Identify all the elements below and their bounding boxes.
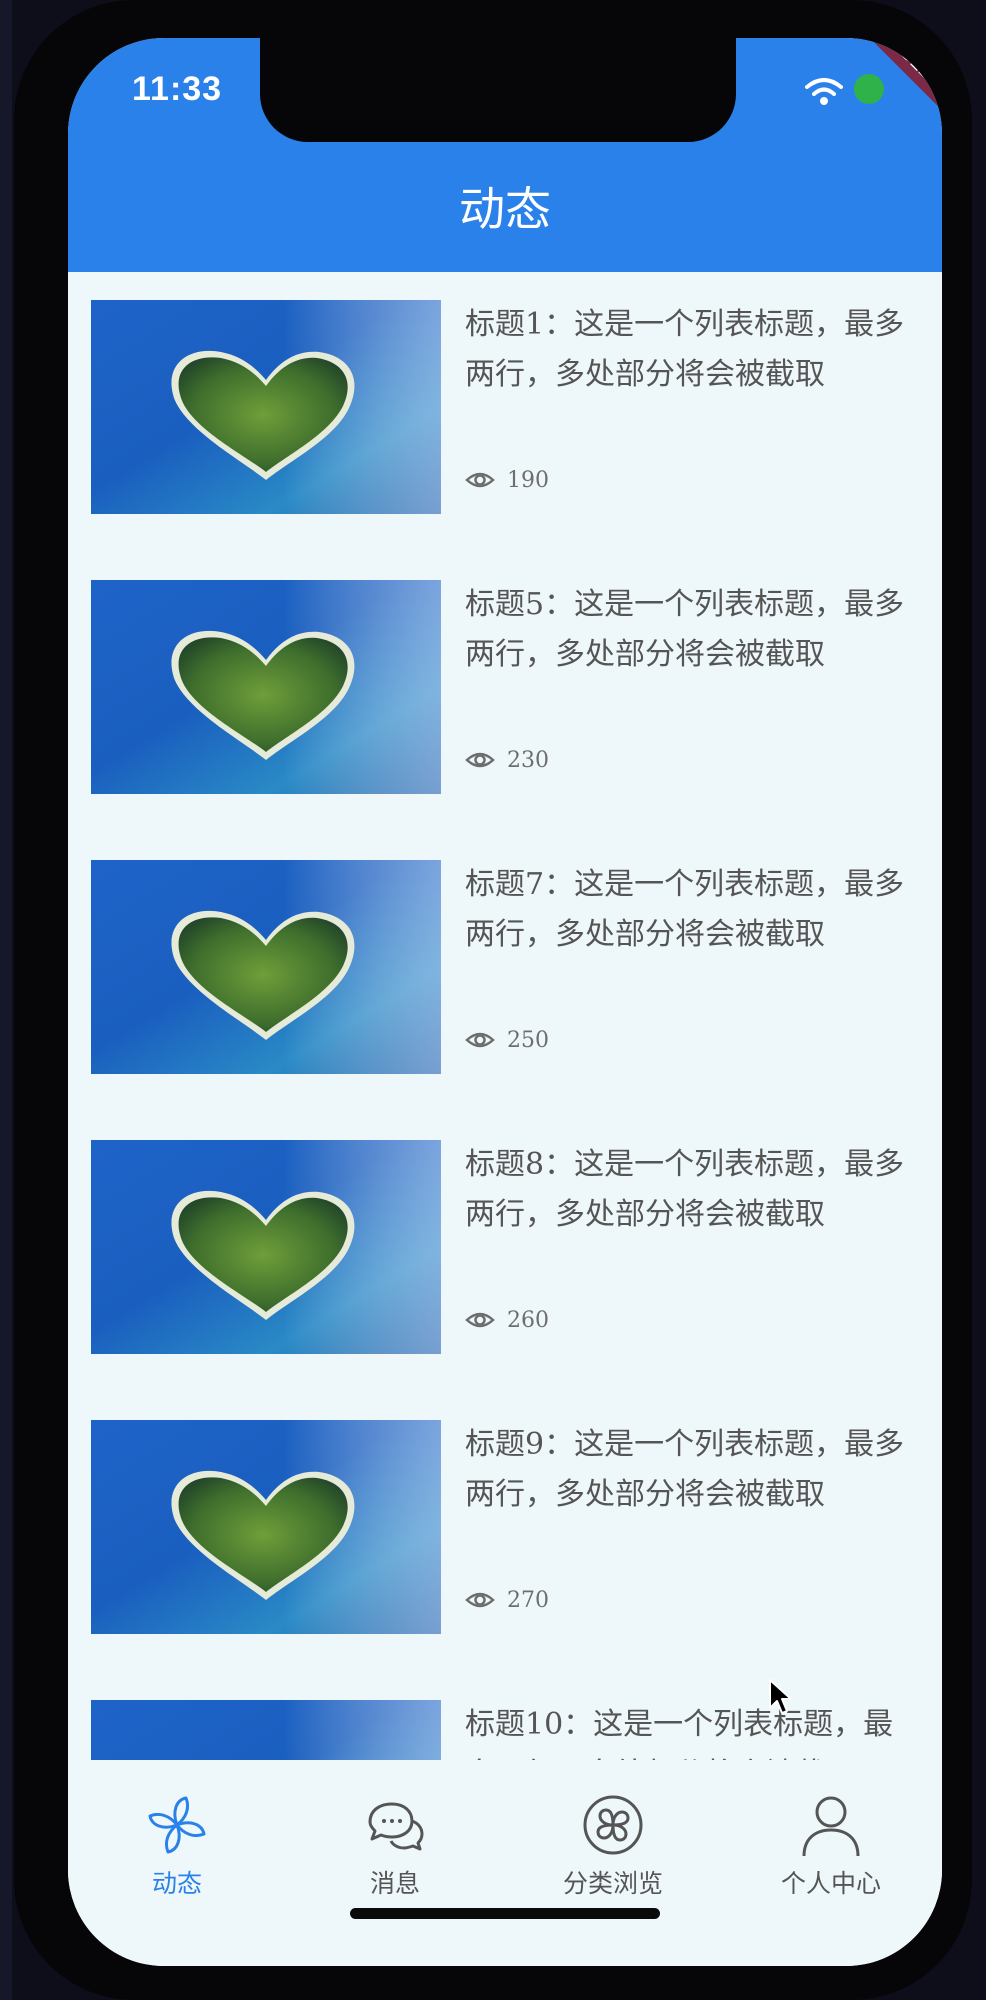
item-title: 标题1：这是一个列表标题，最多两行，多处部分将会被截取 — [465, 307, 905, 392]
status-time: 11:33 — [132, 70, 223, 108]
item-title: 标题9：这是一个列表标题，最多两行，多处部分将会被截取 — [465, 1427, 905, 1512]
home-indicator — [350, 1908, 660, 1919]
nav-label: 个人中心 — [780, 1869, 881, 1898]
view-count-row: 270 — [465, 1582, 549, 1618]
view-count: 260 — [507, 1307, 549, 1333]
nav-tab-profile[interactable]: 个人中心 — [722, 1792, 940, 1900]
nav-label: 动态 — [151, 1869, 202, 1898]
list-item[interactable]: 标题7：这是一个列表标题，最多两行，多处部分将会被截取 250 — [68, 832, 942, 1112]
category-icon — [583, 1795, 643, 1855]
thumbnail-image — [91, 1140, 441, 1354]
item-title: 标题8：这是一个列表标题，最多两行，多处部分将会被截取 — [465, 1147, 905, 1232]
background-editor-strip — [0, 0, 12, 2000]
item-title: 标题5：这是一个列表标题，最多两行，多处部分将会被截取 — [465, 587, 905, 672]
thumbnail-image — [91, 300, 441, 514]
person-icon — [802, 1796, 860, 1857]
eye-icon — [465, 472, 495, 488]
notch — [260, 38, 736, 142]
phone-frame: 11:33 DEBUG 动态 标题1：这是一个列表标题，最多两行，多处部分将会被… — [14, 0, 972, 2000]
wifi-icon — [805, 78, 843, 105]
thumbnail-image — [91, 1420, 441, 1634]
thumbnail-image — [91, 860, 441, 1074]
view-count-row: 250 — [465, 1022, 549, 1058]
item-title: 标题7：这是一个列表标题，最多两行，多处部分将会被截取 — [465, 867, 905, 952]
view-count: 250 — [507, 1027, 549, 1053]
item-title: 标题10：这是一个列表标题，最多两行，多处部分将会被截取 — [465, 1707, 894, 1760]
page-title: 动态 — [459, 182, 551, 236]
list-item[interactable]: 标题5：这是一个列表标题，最多两行，多处部分将会被截取 230 — [68, 552, 942, 832]
battery-icon — [854, 74, 884, 104]
view-count-row: 190 — [465, 462, 549, 498]
feed-list[interactable]: 标题1：这是一个列表标题，最多两行，多处部分将会被截取 190 标题5：这是一个… — [68, 272, 942, 1760]
eye-icon — [465, 1032, 495, 1048]
view-count: 270 — [507, 1587, 549, 1613]
app-screen: 11:33 DEBUG 动态 标题1：这是一个列表标题，最多两行，多处部分将会被… — [68, 38, 942, 1966]
thumbnail-image — [91, 580, 441, 794]
thumbnail-image — [91, 1700, 441, 1760]
chat-bubbles-icon — [368, 1802, 424, 1851]
list-item[interactable]: 标题8：这是一个列表标题，最多两行，多处部分将会被截取 260 — [68, 1112, 942, 1392]
nav-label: 分类浏览 — [562, 1869, 663, 1898]
nav-tab-categories[interactable]: 分类浏览 — [504, 1792, 722, 1900]
list-item[interactable]: 标题10：这是一个列表标题，最多两行，多处部分将会被截取 — [68, 1672, 942, 1760]
view-count: 230 — [507, 747, 549, 773]
eye-icon — [465, 1592, 495, 1608]
nav-tab-messages[interactable]: 消息 — [286, 1792, 504, 1900]
app-bar: 11:33 DEBUG 动态 — [68, 38, 942, 272]
list-item[interactable]: 标题9：这是一个列表标题，最多两行，多处部分将会被截取 270 — [68, 1392, 942, 1672]
bottom-nav: 动态 消息 分类浏览 个人中心 — [68, 1760, 942, 1966]
eye-icon — [465, 752, 495, 768]
nav-label: 消息 — [369, 1869, 420, 1898]
view-count-row: 230 — [465, 742, 549, 778]
view-count: 190 — [507, 467, 549, 493]
mouse-cursor-icon — [769, 1679, 792, 1714]
pinwheel-icon — [148, 1796, 206, 1854]
nav-tab-feed[interactable]: 动态 — [68, 1792, 286, 1900]
list-item[interactable]: 标题1：这是一个列表标题，最多两行，多处部分将会被截取 190 — [68, 272, 942, 552]
view-count-row: 260 — [465, 1302, 549, 1338]
eye-icon — [465, 1312, 495, 1328]
